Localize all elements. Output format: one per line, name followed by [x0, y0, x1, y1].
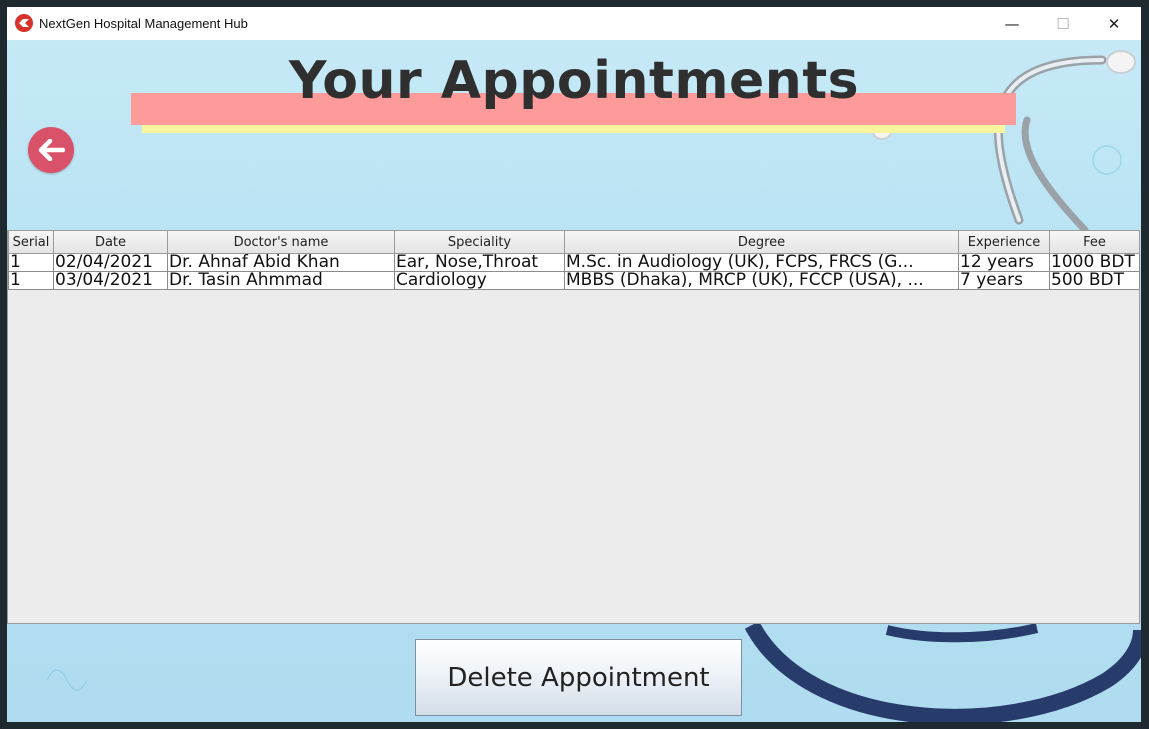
hospital-logo-icon: [15, 14, 33, 32]
minimize-button[interactable]: —: [989, 7, 1035, 40]
column-header-date[interactable]: Date: [53, 231, 168, 254]
column-header-fee[interactable]: Fee: [1049, 231, 1140, 254]
cell-experience[interactable]: 7 years: [958, 271, 1050, 290]
cell-doctor-name[interactable]: Dr. Ahnaf Abid Khan: [167, 253, 395, 272]
table-row[interactable]: 1 02/04/2021 Dr. Ahnaf Abid Khan Ear, No…: [8, 253, 1140, 272]
column-header-degree[interactable]: Degree: [564, 231, 959, 254]
cell-serial[interactable]: 1: [8, 253, 54, 272]
back-button[interactable]: [28, 127, 74, 173]
column-header-serial[interactable]: Serial: [8, 231, 54, 254]
cell-degree[interactable]: M.Sc. in Audiology (UK), FCPS, FRCS (G..…: [564, 253, 959, 272]
arrow-left-icon: [38, 139, 65, 161]
app-window: NextGen Hospital Management Hub — ☐ ✕ Yo…: [7, 7, 1141, 722]
cell-fee[interactable]: 1000 BDT: [1049, 253, 1140, 272]
table-row[interactable]: 1 03/04/2021 Dr. Tasin Ahmmad Cardiology…: [8, 271, 1140, 290]
cell-experience[interactable]: 12 years: [958, 253, 1050, 272]
window-title: NextGen Hospital Management Hub: [39, 16, 248, 31]
column-header-experience[interactable]: Experience: [958, 231, 1050, 254]
cell-speciality[interactable]: Ear, Nose,Throat: [394, 253, 565, 272]
cell-speciality[interactable]: Cardiology: [394, 271, 565, 290]
maximize-button[interactable]: ☐: [1040, 7, 1086, 40]
cell-serial[interactable]: 1: [8, 271, 54, 290]
table-header-row: Serial Date Doctor's name Speciality Deg…: [8, 231, 1140, 254]
title-underline-bar: [142, 125, 1005, 133]
close-button[interactable]: ✕: [1091, 7, 1137, 40]
cell-date[interactable]: 03/04/2021: [53, 271, 168, 290]
delete-appointment-button[interactable]: Delete Appointment: [415, 639, 742, 716]
column-header-doctor-name[interactable]: Doctor's name: [167, 231, 395, 254]
cell-degree[interactable]: MBBS (Dhaka), MRCP (UK), FCCP (USA), ...: [564, 271, 959, 290]
cell-date[interactable]: 02/04/2021: [53, 253, 168, 272]
cell-doctor-name[interactable]: Dr. Tasin Ahmmad: [167, 271, 395, 290]
appointments-table[interactable]: Serial Date Doctor's name Speciality Deg…: [7, 230, 1140, 624]
column-header-speciality[interactable]: Speciality: [394, 231, 565, 254]
title-bar: NextGen Hospital Management Hub — ☐ ✕: [7, 7, 1141, 40]
appointments-panel: Your Appointments Serial Date Doctor's n…: [7, 40, 1141, 722]
page-title: Your Appointments: [288, 51, 860, 111]
cell-fee[interactable]: 500 BDT: [1049, 271, 1140, 290]
